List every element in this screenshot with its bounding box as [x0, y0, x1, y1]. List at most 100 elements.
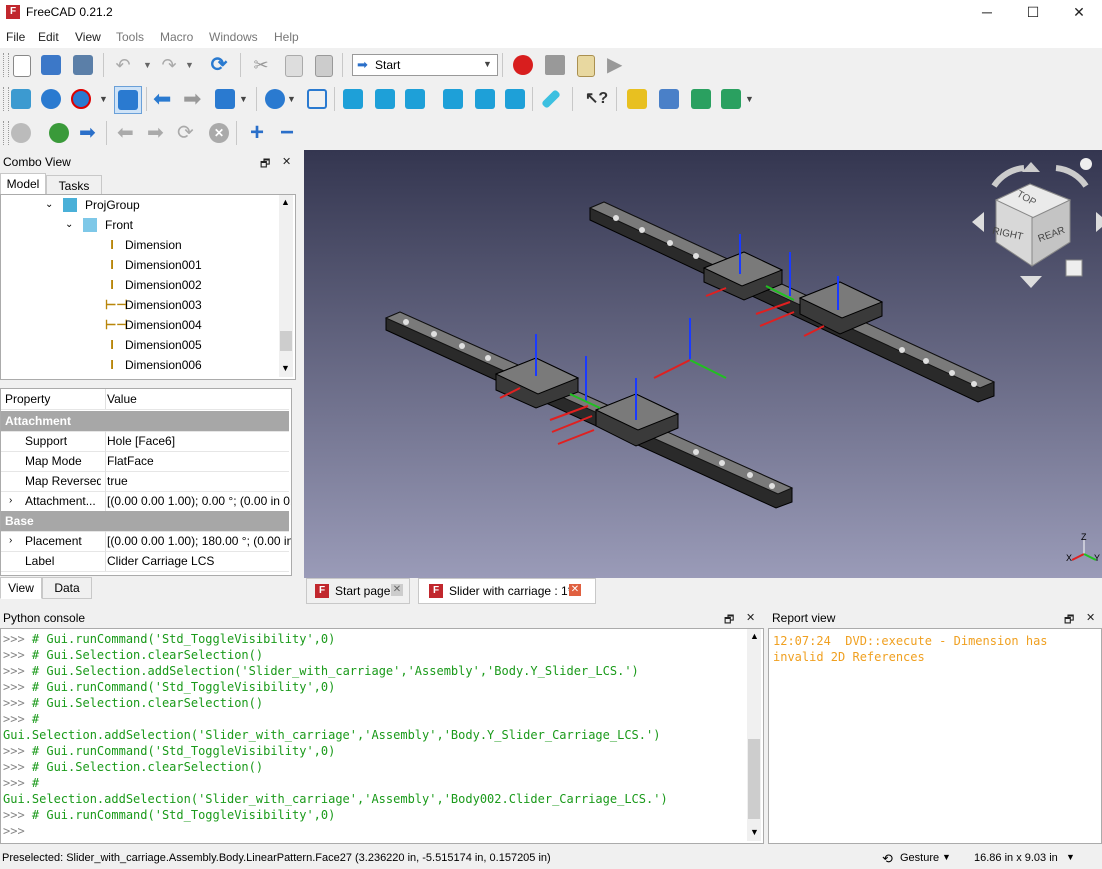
- menu-macro[interactable]: Macro: [160, 30, 193, 44]
- create-group-button[interactable]: [656, 86, 682, 112]
- property-value[interactable]: Clider Carriage LCS: [105, 551, 291, 571]
- group-base[interactable]: Base: [1, 511, 289, 532]
- rotate-right-icon[interactable]: [1055, 165, 1089, 188]
- view-bottom-button[interactable]: [472, 86, 498, 112]
- group-attachment[interactable]: Attachment: [1, 411, 289, 432]
- property-map-reversed[interactable]: Map Reversed true: [1, 471, 289, 492]
- fit-all-button[interactable]: [8, 86, 34, 112]
- web-browser-button[interactable]: [46, 120, 72, 146]
- menu-tools[interactable]: Tools: [116, 30, 144, 44]
- scroll-up-icon[interactable]: ▲: [750, 631, 759, 641]
- macro-record-button[interactable]: [510, 52, 536, 78]
- zoom-in-button[interactable]: +: [244, 120, 270, 146]
- web-home-button[interactable]: [8, 120, 34, 146]
- collapse-arrow-icon[interactable]: ⌄: [45, 195, 53, 215]
- property-support[interactable]: Support Hole [Face6]: [1, 431, 289, 452]
- refresh-button[interactable]: ⟳: [206, 52, 232, 78]
- save-document-button[interactable]: [70, 52, 96, 78]
- redo-button[interactable]: ↷: [156, 52, 182, 78]
- std-views-dropdown[interactable]: ▼: [236, 86, 262, 112]
- fit-selection-button[interactable]: [38, 86, 64, 112]
- scroll-down-icon[interactable]: ▼: [750, 827, 759, 837]
- web-next-button[interactable]: ➡: [144, 120, 170, 146]
- undock-icon[interactable]: 🗗: [260, 155, 270, 174]
- copy-button[interactable]: [280, 52, 306, 78]
- web-refresh-button[interactable]: ⟳: [174, 120, 200, 146]
- 3d-scene[interactable]: TOP RIGHT REAR Z X Y: [304, 150, 1102, 578]
- property-placement[interactable]: › Placement [(0.00 0.00 1.00); 180.00 °; (…: [1, 531, 291, 552]
- scroll-down-icon[interactable]: ▼: [281, 363, 290, 373]
- view-front-button[interactable]: [340, 86, 366, 112]
- tab-model[interactable]: Model: [0, 173, 46, 195]
- navcube-menu-icon[interactable]: [1080, 158, 1092, 170]
- cut-button[interactable]: ✂: [248, 52, 274, 78]
- tab-view[interactable]: View: [0, 577, 42, 599]
- bounding-box-button[interactable]: [114, 86, 142, 114]
- tree-item-dimension001[interactable]: I Dimension001: [105, 255, 285, 275]
- property-map-mode[interactable]: Map Mode FlatFace: [1, 451, 289, 472]
- tree-item-dimension002[interactable]: I Dimension002: [105, 275, 285, 295]
- std-views-button[interactable]: [212, 86, 238, 112]
- tree-item-dimension004[interactable]: ⊢⊣ Dimension004: [105, 315, 285, 335]
- scroll-thumb[interactable]: [280, 331, 292, 351]
- property-value[interactable]: [(0.00 0.00 1.00); 0.00 °; (0.00 in 0...: [105, 491, 291, 511]
- close-panel-icon[interactable]: ✕: [746, 611, 755, 624]
- close-tab-icon[interactable]: ✕: [391, 584, 403, 596]
- property-value[interactable]: [(0.00 0.00 1.00); 180.00 °; (0.00 in ..…: [105, 531, 291, 551]
- collapse-arrow-icon[interactable]: ⌄: [65, 215, 73, 235]
- forward-button[interactable]: ➡: [180, 86, 206, 112]
- workbench-selector[interactable]: ➡ Start ▼: [352, 54, 498, 76]
- property-value[interactable]: FlatFace: [105, 451, 291, 471]
- back-button[interactable]: ⬅: [150, 86, 176, 112]
- menu-help[interactable]: Help: [274, 30, 299, 44]
- property-value[interactable]: Hole [Face6]: [105, 431, 291, 451]
- property-attachment-offset[interactable]: › Attachment... [(0.00 0.00 1.00); 0.00 °;…: [1, 491, 291, 512]
- tree-scrollbar[interactable]: ▲ ▼: [279, 195, 293, 377]
- zoom-out-button[interactable]: −: [274, 120, 300, 146]
- link-actions-button[interactable]: [718, 86, 744, 112]
- arrow-up-icon[interactable]: [1022, 162, 1040, 172]
- measure-button[interactable]: [538, 86, 564, 112]
- macro-edit-button[interactable]: [572, 52, 598, 78]
- dimension-selector[interactable]: 16.86 in x 9.03 in ▼: [966, 848, 1076, 868]
- arrow-down-icon[interactable]: [1020, 276, 1042, 288]
- navigation-cube[interactable]: TOP RIGHT REAR: [972, 158, 1102, 288]
- create-link-button[interactable]: [688, 86, 714, 112]
- whats-this-button[interactable]: ↖?: [582, 86, 608, 112]
- minimize-button[interactable]: ─: [964, 0, 1010, 26]
- open-document-button[interactable]: [38, 52, 64, 78]
- report-view[interactable]: 12:07:24 DVD::execute - Dimension has in…: [768, 628, 1102, 844]
- menu-edit[interactable]: Edit: [38, 30, 59, 44]
- tab-start-page[interactable]: F Start page ✕: [306, 578, 410, 604]
- undo-button[interactable]: ↶: [110, 52, 136, 78]
- close-button[interactable]: ✕: [1056, 0, 1102, 26]
- python-console[interactable]: ▲ ▼ >>> # Gui.runCommand('Std_ToggleVisi…: [0, 628, 764, 844]
- menu-file[interactable]: File: [6, 30, 25, 44]
- tree-item-dimension003[interactable]: ⊢⊣ Dimension003: [105, 295, 285, 315]
- arrow-right-icon[interactable]: [1096, 212, 1102, 232]
- rotate-left-icon[interactable]: [991, 165, 1025, 188]
- rail-assembly-front[interactable]: [384, 311, 794, 509]
- property-label[interactable]: Label Clider Carriage LCS: [1, 551, 289, 572]
- view-top-button[interactable]: [372, 86, 398, 112]
- scroll-up-icon[interactable]: ▲: [281, 197, 290, 207]
- macro-run-button[interactable]: ▶: [604, 52, 630, 78]
- web-stop-button[interactable]: ✕: [206, 120, 232, 146]
- close-tab-icon[interactable]: ✕: [569, 584, 581, 596]
- tree-item-dimension006[interactable]: I Dimension006: [105, 355, 285, 375]
- tab-slider-with-carriage[interactable]: F Slider with carriage : 1* ✕: [418, 578, 596, 604]
- new-document-button[interactable]: [8, 52, 34, 78]
- view-rear-button[interactable]: [440, 86, 466, 112]
- link-actions-dropdown[interactable]: ▼: [742, 86, 768, 112]
- close-panel-icon[interactable]: ✕: [282, 155, 291, 168]
- view-right-button[interactable]: [402, 86, 428, 112]
- console-scrollbar[interactable]: ▲ ▼: [747, 629, 761, 841]
- navigation-style-selector[interactable]: ⟲ Gesture ▼: [872, 848, 962, 868]
- view-left-button[interactable]: [502, 86, 528, 112]
- tab-data[interactable]: Data: [42, 577, 92, 599]
- scroll-thumb[interactable]: [748, 739, 760, 819]
- create-part-button[interactable]: [624, 86, 650, 112]
- maximize-button[interactable]: ☐: [1010, 0, 1056, 26]
- menu-view[interactable]: View: [75, 30, 101, 44]
- close-panel-icon[interactable]: ✕: [1086, 611, 1095, 624]
